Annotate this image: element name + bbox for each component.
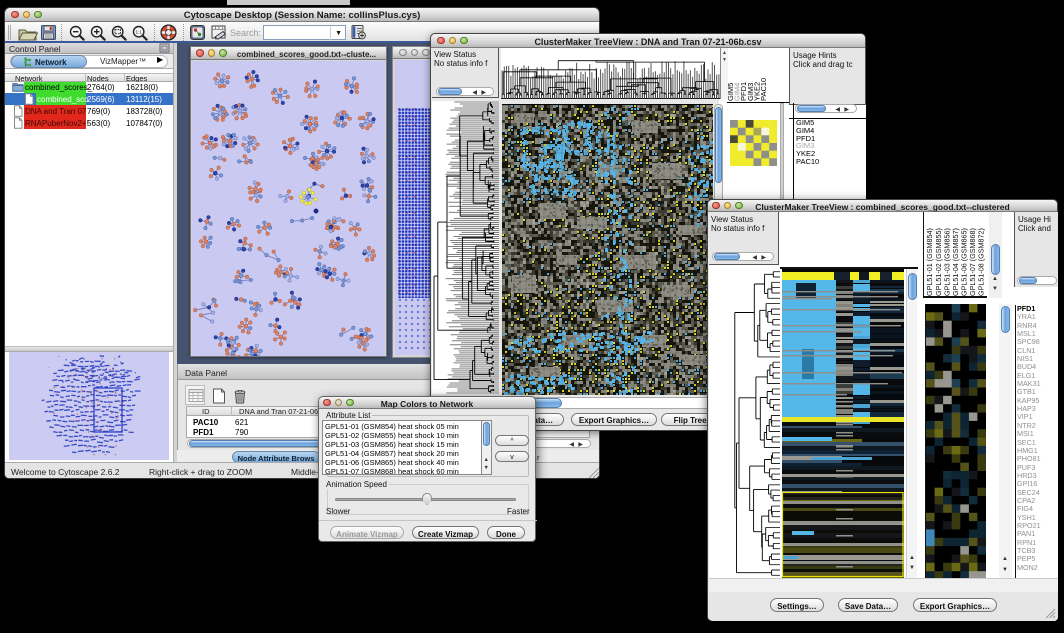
svg-text:PAC10: PAC10 [759, 78, 768, 101]
svg-text:1:1: 1:1 [136, 30, 143, 35]
svg-text:GPL51-08 (GSM872): GPL51-08 (GSM872) [977, 228, 986, 296]
